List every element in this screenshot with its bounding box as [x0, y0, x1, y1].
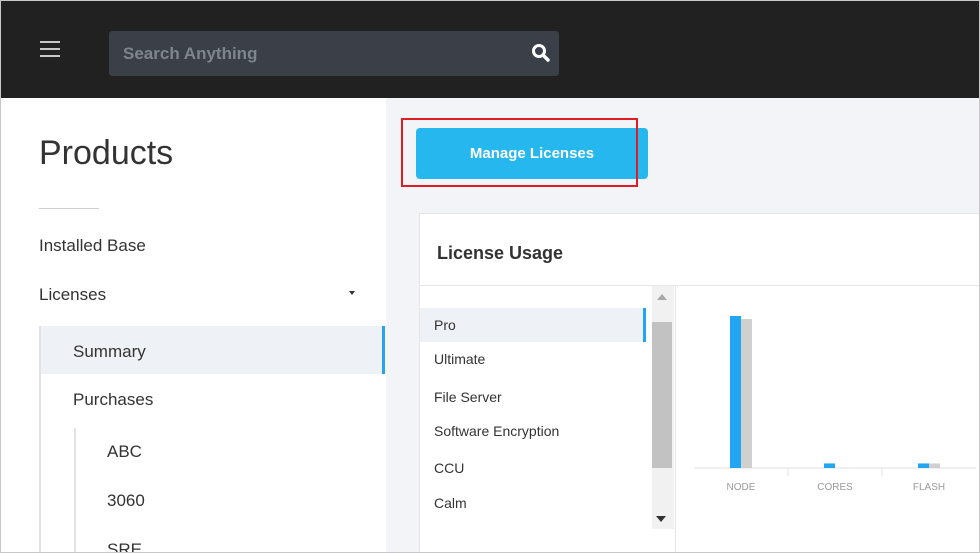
product-list: Pro Ultimate File Server Software Encryp… [420, 286, 676, 552]
search-box [109, 31, 559, 76]
title-divider [39, 208, 99, 209]
tick-label-cores: CORES [817, 482, 853, 493]
sidebar-item-sre[interactable]: SRE [107, 540, 142, 552]
bar-node-available [741, 319, 752, 468]
sidebar-item-abc[interactable]: ABC [107, 442, 142, 462]
purchases-guide-line [74, 428, 76, 552]
sidebar-item-summary[interactable]: Summary [73, 342, 146, 362]
active-indicator [382, 326, 385, 374]
menu-icon[interactable] [40, 41, 60, 57]
license-usage-card: License Usage Pro Ultimate File Server S… [419, 213, 979, 552]
list-item-software-encryption[interactable]: Software Encryption [420, 414, 646, 448]
caret-down-icon[interactable] [349, 291, 355, 295]
sidebar-item-3060[interactable]: 3060 [107, 491, 145, 511]
list-item-label: File Server [434, 389, 502, 405]
list-item-ultimate[interactable]: Ultimate [420, 342, 646, 376]
card-title: License Usage [437, 243, 564, 263]
list-item-ccu[interactable]: CCU [420, 451, 646, 485]
bar-cores-used [824, 463, 835, 468]
list-item-calm[interactable]: Calm [420, 486, 646, 520]
search-icon[interactable] [531, 43, 551, 63]
list-item-label: CCU [434, 460, 465, 476]
bar-node-used [730, 316, 741, 468]
list-item-label: Pro [434, 317, 456, 333]
list-item-file-server[interactable]: File Server [420, 380, 646, 414]
sidebar-item-installed-base[interactable]: Installed Base [39, 236, 146, 256]
list-item-label: Ultimate [434, 351, 486, 367]
app-window: Products Installed Base Licenses Summary… [0, 0, 980, 553]
tick-label-node: NODE [727, 482, 756, 493]
license-usage-chart: NODE CORES FLASH [694, 316, 976, 493]
sidebar-item-licenses[interactable]: Licenses [39, 285, 106, 305]
list-item-pro[interactable]: Pro [420, 308, 646, 342]
scroll-down-icon[interactable] [656, 516, 666, 522]
bar-flash-available [929, 463, 940, 468]
page-title: Products [39, 134, 174, 172]
sidebar: Products Installed Base Licenses Summary… [1, 98, 386, 552]
list-item-label: Software Encryption [434, 423, 560, 439]
bar-flash-used [918, 463, 929, 468]
scrollbar-thumb[interactable] [652, 322, 672, 468]
search-input[interactable] [109, 31, 528, 76]
highlight-box [401, 118, 638, 187]
list-item-label: Calm [434, 495, 467, 511]
top-bar [1, 1, 979, 98]
main-content: Manage Licenses License Usage Pro Ultima… [386, 98, 979, 552]
tick-label-flash: FLASH [913, 482, 945, 493]
sidebar-item-purchases[interactable]: Purchases [73, 390, 153, 410]
scroll-up-icon[interactable] [657, 294, 667, 300]
